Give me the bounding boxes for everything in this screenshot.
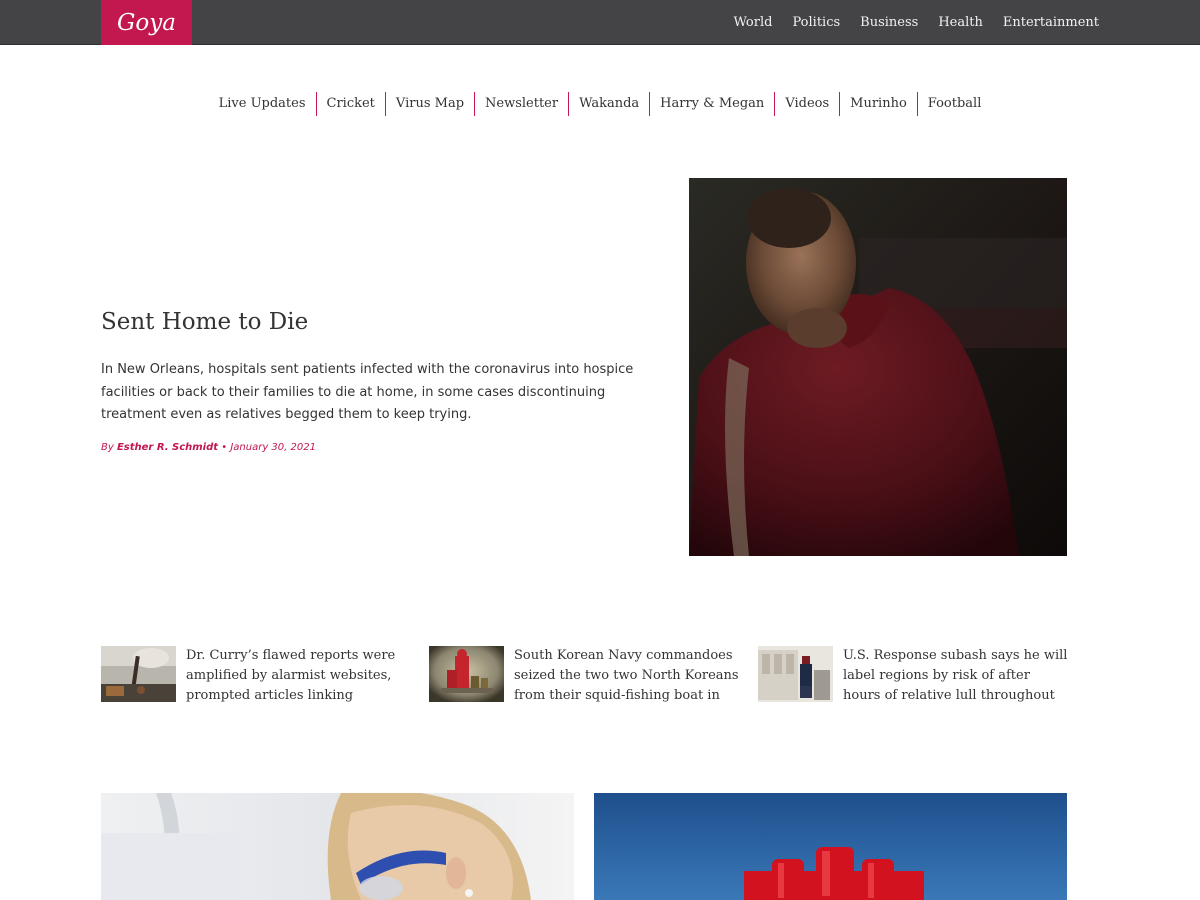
nav-business-link[interactable]: Business (860, 15, 918, 30)
site-logo[interactable]: Goya (101, 0, 192, 45)
story-headline[interactable]: South Korean Navy commandoes seized the … (514, 646, 739, 706)
hero-headline[interactable]: Sent Home to Die (101, 309, 308, 335)
story-card[interactable]: South Korean Navy commandoes seized the … (429, 646, 749, 706)
byline-separator: • (221, 442, 228, 453)
topic-football-link[interactable]: Football (916, 92, 992, 116)
topic-harry-megan-link[interactable]: Harry & Megan (649, 92, 774, 116)
byline-prefix: By (101, 442, 114, 453)
red-object-photo (594, 793, 1067, 900)
main-nav: World Politics Business Health Entertain… (733, 0, 1099, 45)
story-thumbnail-lab[interactable] (101, 646, 176, 702)
topic-wakanda-link[interactable]: Wakanda (568, 92, 649, 116)
toy-soldiers-photo (429, 646, 504, 702)
feature-image-scientist[interactable] (101, 793, 574, 900)
topic-videos-link[interactable]: Videos (774, 92, 839, 116)
story-thumbnail-figures[interactable] (429, 646, 504, 702)
nav-politics-link[interactable]: Politics (792, 15, 840, 30)
story-headline[interactable]: Dr. Curry’s flawed reports were amplifie… (186, 646, 411, 706)
hero-summary: In New Orleans, hospitals sent patients … (101, 362, 634, 422)
nav-health-link[interactable]: Health (938, 15, 983, 30)
topic-virus-map-link[interactable]: Virus Map (384, 92, 474, 116)
topic-live-updates-link[interactable]: Live Updates (209, 92, 316, 116)
top-bar: Goya World Politics Business Health Ente… (0, 0, 1200, 45)
story-card[interactable]: U.S. Response subash says he will label … (758, 646, 1078, 706)
hero-image-monk[interactable] (689, 178, 1067, 556)
lab-photo (101, 646, 176, 702)
byline-date: January 30, 2021 (230, 442, 316, 453)
story-headline[interactable]: U.S. Response subash says he will label … (843, 646, 1068, 706)
story-card[interactable]: Dr. Curry’s flawed reports were amplifie… (101, 646, 421, 706)
topic-newsletter-link[interactable]: Newsletter (474, 92, 568, 116)
story-thumbnail-guard[interactable] (758, 646, 833, 702)
feature-image-hydrant[interactable] (594, 793, 1067, 900)
topic-murinho-link[interactable]: Murinho (839, 92, 917, 116)
topics-nav: Live Updates Cricket Virus Map Newslette… (0, 92, 1200, 116)
nav-entertainment-link[interactable]: Entertainment (1003, 15, 1099, 30)
byline-author[interactable]: Esther R. Schmidt (117, 442, 218, 453)
topic-cricket-link[interactable]: Cricket (315, 92, 385, 116)
scientist-photo (101, 793, 574, 900)
monk-photo (689, 178, 1067, 556)
guard-photo (758, 646, 833, 702)
hero-byline: By Esther R. Schmidt • January 30, 2021 (101, 442, 316, 453)
nav-world-link[interactable]: World (733, 15, 772, 30)
